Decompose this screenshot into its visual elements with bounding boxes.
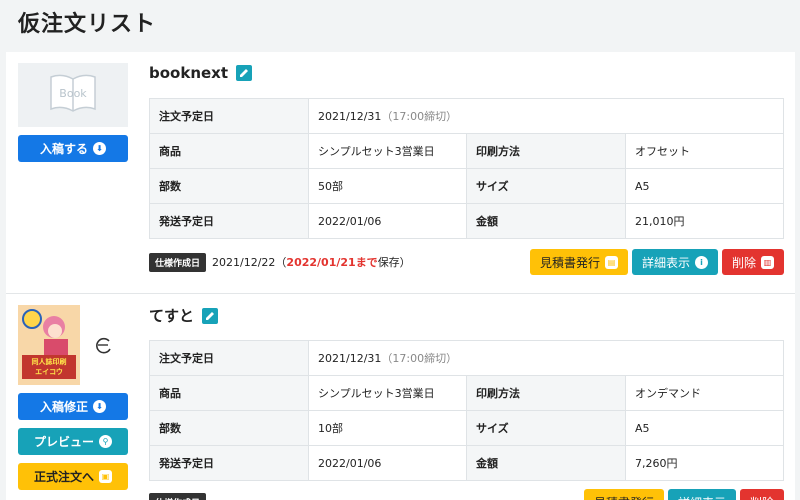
trash-icon: ▥ <box>761 255 774 269</box>
delete-button-label: 削除 <box>731 255 756 270</box>
order-date-value: 2021/12/31（17:00締切） <box>308 98 784 134</box>
size-label: サイズ <box>466 410 626 446</box>
delete-button[interactable]: 削除 <box>739 489 784 500</box>
order-actions: 見積書発行 詳細表示 削除 <box>583 489 784 500</box>
search-icon: ⚲ <box>99 435 112 448</box>
cart-icon: ▣ <box>99 470 112 483</box>
print-method-label: 印刷方法 <box>466 133 626 169</box>
spec-date-badge: 仕様作成日 <box>149 252 207 272</box>
book-placeholder-text: Book <box>59 87 87 100</box>
product-label: 商品 <box>149 375 309 411</box>
order-list-panel: Book 入稿する ⬇ booknext 注文予定日 2021/12/31（17… <box>6 52 795 500</box>
estimate-button-label: 見積書発行 <box>594 494 654 500</box>
product-value: シンプルセット3営業日 <box>308 375 467 411</box>
print-method-value: オフセット <box>625 133 784 169</box>
formal-order-button[interactable]: 正式注文へ ▣ <box>18 463 128 490</box>
details-button-label: 詳細表示 <box>641 255 690 270</box>
edit-icon[interactable] <box>202 307 219 324</box>
cover-thumbnail: 同人誌印刷 エイコウ <box>18 305 128 385</box>
document-icon: ▤ <box>604 255 618 269</box>
download-icon: ⬇ <box>93 142 106 155</box>
order-card: Book 入稿する ⬇ booknext 注文予定日 2021/12/31（17… <box>6 52 795 294</box>
order-date-label: 注文予定日 <box>149 98 309 134</box>
edit-submission-label: 入稿修正 <box>39 400 88 414</box>
details-button[interactable]: 詳細表示 i <box>631 249 718 275</box>
product-value: シンプルセット3営業日 <box>308 133 467 169</box>
order-header: booknext <box>149 64 253 82</box>
upload-button[interactable]: 入稿する ⬇ <box>18 135 128 162</box>
order-spec-table: 注文予定日 2021/12/31（17:00締切） 商品 シンプルセット3営業日… <box>149 98 784 239</box>
info-icon: i <box>694 255 708 269</box>
copies-label: 部数 <box>149 410 309 446</box>
book-cover-image: 同人誌印刷 エイコウ <box>18 305 80 385</box>
print-method-value: オンデマンド <box>625 375 784 411</box>
delete-button-label: 削除 <box>750 494 774 500</box>
publisher-logo-icon <box>96 337 111 354</box>
spec-date-badge: 仕様作成日 <box>149 492 207 500</box>
product-label: 商品 <box>149 133 309 169</box>
order-footer: 仕様作成日 見積書発行 詳細表示 削除 <box>149 488 784 500</box>
estimate-button-label: 見積書発行 <box>539 255 600 270</box>
print-method-label: 印刷方法 <box>466 375 626 411</box>
edit-submission-button[interactable]: 入稿修正 ⬇ <box>18 393 128 420</box>
amount-value: 21,010円 <box>625 203 784 239</box>
amount-label: 金額 <box>466 203 626 239</box>
order-card: 同人誌印刷 エイコウ 入稿修正 ⬇ プレビュー ⚲ 正式注文へ ▣ てすと 注文… <box>6 294 795 500</box>
book-placeholder-image: Book <box>18 63 128 127</box>
amount-value: 7,260円 <box>625 445 784 481</box>
order-name: てすと <box>149 307 195 325</box>
upload-button-label: 入稿する <box>39 142 88 156</box>
preview-button[interactable]: プレビュー ⚲ <box>18 428 128 455</box>
details-button-label: 詳細表示 <box>678 494 726 500</box>
estimate-button[interactable]: 見積書発行 <box>583 489 664 500</box>
order-thumb-area: 同人誌印刷 エイコウ 入稿修正 ⬇ プレビュー ⚲ 正式注文へ ▣ <box>18 305 128 490</box>
download-icon: ⬇ <box>93 400 106 413</box>
copies-value: 10部 <box>308 410 467 446</box>
delete-button[interactable]: 削除 ▥ <box>721 249 784 275</box>
order-header: てすと <box>149 305 219 326</box>
amount-label: 金額 <box>466 445 626 481</box>
size-value: A5 <box>625 410 784 446</box>
preview-button-label: プレビュー <box>33 435 94 449</box>
order-date-value: 2021/12/31（17:00締切） <box>308 340 784 376</box>
save-until-date: 2022/01/21まで <box>286 256 378 269</box>
order-actions: 見積書発行 ▤ 詳細表示 i 削除 ▥ <box>529 249 784 275</box>
cover-subtitle: エイコウ <box>35 368 63 376</box>
ship-date-value: 2022/01/06 <box>308 445 467 481</box>
cover-title: 同人誌印刷 <box>31 358 67 366</box>
size-label: サイズ <box>466 168 626 204</box>
details-button[interactable]: 詳細表示 <box>667 489 736 500</box>
ship-date-label: 発送予定日 <box>149 203 309 239</box>
order-name: booknext <box>149 64 229 82</box>
ship-date-label: 発送予定日 <box>149 445 309 481</box>
copies-value: 50部 <box>308 168 467 204</box>
edit-icon[interactable] <box>236 65 253 81</box>
estimate-button[interactable]: 見積書発行 ▤ <box>529 249 628 275</box>
order-date-label: 注文予定日 <box>149 340 309 376</box>
spec-date-text: 2021/12/22（2022/01/21まで保存） <box>212 256 411 269</box>
ship-date-value: 2022/01/06 <box>308 203 467 239</box>
order-footer: 仕様作成日 2021/12/22（2022/01/21まで保存） 見積書発行 ▤… <box>149 248 784 276</box>
order-spec-table: 注文予定日 2021/12/31（17:00締切） 商品 シンプルセット3営業日… <box>149 340 784 481</box>
page-title: 仮注文リスト <box>18 12 157 37</box>
copies-label: 部数 <box>149 168 309 204</box>
formal-order-label: 正式注文へ <box>33 470 94 484</box>
order-thumb-area: Book 入稿する ⬇ <box>18 63 128 162</box>
size-value: A5 <box>625 168 784 204</box>
